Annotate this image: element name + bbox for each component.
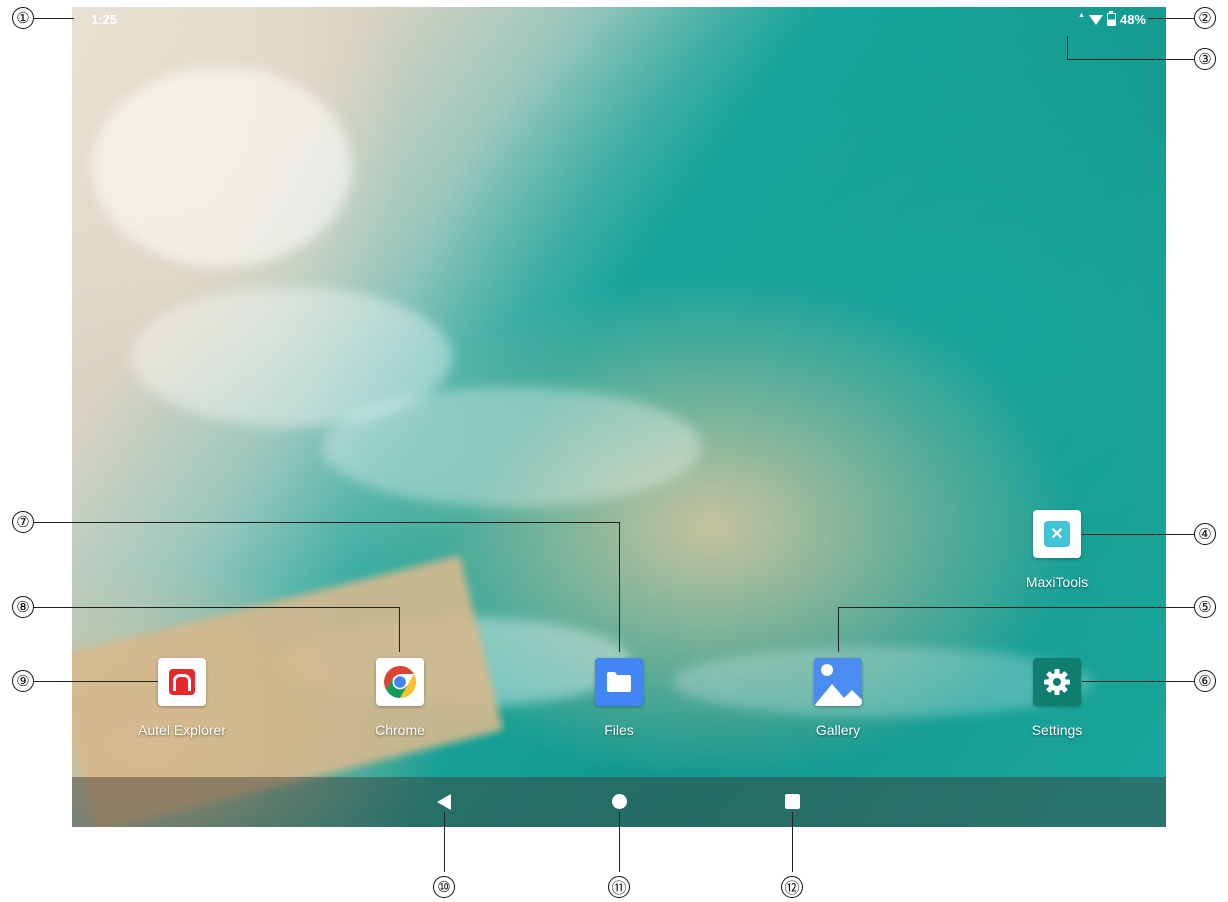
app-files[interactable]: Files bbox=[559, 658, 679, 738]
callout-9: ⑨ bbox=[12, 670, 34, 692]
callout-4: ④ bbox=[1194, 523, 1216, 545]
signal-icon: ▲ bbox=[1078, 12, 1085, 19]
wallpaper-foam bbox=[92, 67, 352, 267]
callout-line bbox=[838, 607, 1194, 608]
callout-line bbox=[444, 812, 445, 872]
battery-percent: 48% bbox=[1119, 12, 1146, 27]
callout-line bbox=[34, 681, 158, 682]
app-settings[interactable]: Settings bbox=[997, 658, 1117, 738]
callout-line bbox=[792, 812, 793, 872]
callout-2: ② bbox=[1194, 7, 1216, 29]
callout-line bbox=[619, 812, 620, 872]
callout-line bbox=[1067, 36, 1068, 60]
status-time: 1:25 bbox=[91, 12, 118, 27]
home-button[interactable] bbox=[612, 794, 627, 809]
tools-icon: ✕ bbox=[1044, 521, 1070, 547]
callout-6: ⑥ bbox=[1194, 670, 1216, 692]
image-icon bbox=[814, 658, 862, 706]
callout-5: ⑤ bbox=[1194, 596, 1216, 618]
callout-line bbox=[1067, 59, 1194, 60]
recents-button[interactable] bbox=[785, 794, 800, 809]
app-label: Chrome bbox=[375, 722, 425, 738]
chrome-icon[interactable] bbox=[376, 658, 424, 706]
status-icons: ▲ 48% bbox=[1078, 11, 1146, 27]
callout-10: ⑩ bbox=[433, 876, 455, 898]
callout-line bbox=[1082, 681, 1194, 682]
back-button[interactable] bbox=[437, 794, 451, 810]
wifi-icon bbox=[1088, 14, 1103, 25]
autel-explorer-icon[interactable] bbox=[158, 658, 206, 706]
app-label: Files bbox=[604, 722, 634, 738]
battery-icon bbox=[1106, 11, 1116, 26]
chrome-logo-icon bbox=[384, 665, 417, 699]
callout-8: ⑧ bbox=[12, 596, 34, 618]
callout-12: ⑫ bbox=[781, 876, 803, 898]
app-label: MaxiTools bbox=[1025, 574, 1089, 590]
callout-11: ⑪ bbox=[608, 876, 630, 898]
folder-icon bbox=[607, 672, 631, 692]
callout-1: ① bbox=[12, 7, 34, 29]
callout-line bbox=[34, 522, 620, 523]
app-chrome[interactable]: Chrome bbox=[340, 658, 460, 738]
callout-7: ⑦ bbox=[12, 511, 34, 533]
app-autel-explorer[interactable]: Autel Explorer bbox=[122, 658, 242, 738]
app-gallery[interactable]: Gallery bbox=[778, 658, 898, 738]
app-label: Settings bbox=[1031, 722, 1083, 738]
callout-line bbox=[1082, 534, 1194, 535]
callout-line bbox=[34, 607, 400, 608]
callout-3: ③ bbox=[1194, 48, 1216, 70]
callout-line bbox=[838, 607, 839, 652]
app-maxitools[interactable]: ✕ MaxiTools bbox=[997, 510, 1117, 590]
files-icon[interactable] bbox=[595, 658, 643, 706]
callout-line bbox=[399, 607, 400, 652]
callout-line bbox=[1148, 18, 1194, 19]
gear-icon bbox=[1044, 669, 1070, 695]
callout-line bbox=[34, 18, 74, 19]
autel-logo-icon bbox=[169, 669, 195, 695]
gallery-icon[interactable] bbox=[814, 658, 862, 706]
app-label: Gallery bbox=[815, 722, 861, 738]
callout-line bbox=[619, 522, 620, 652]
wallpaper-foam bbox=[322, 387, 702, 507]
app-label: Autel Explorer bbox=[138, 722, 226, 738]
settings-icon[interactable] bbox=[1033, 658, 1081, 706]
maxitools-icon[interactable]: ✕ bbox=[1033, 510, 1081, 558]
home-screen: 1:25 ▲ 48% ✕ MaxiTools Autel Explorer Ch… bbox=[72, 7, 1166, 827]
